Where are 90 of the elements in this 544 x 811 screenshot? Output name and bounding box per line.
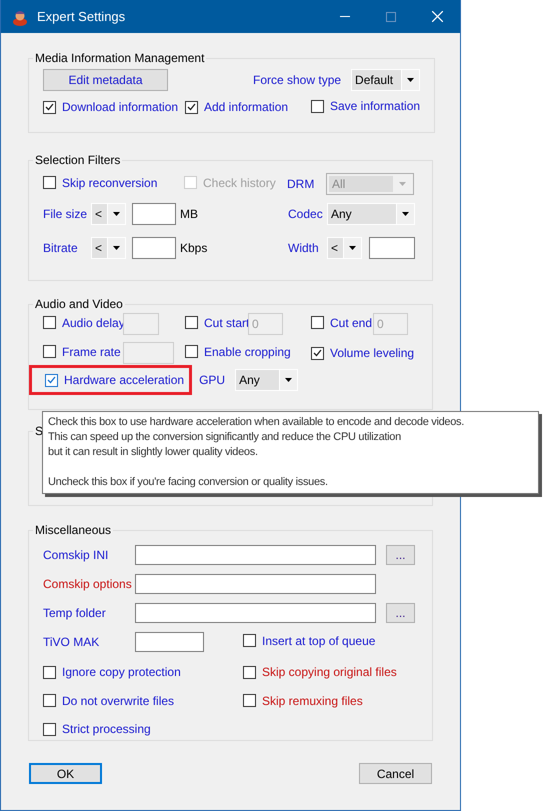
checkbox[interactable] [43,100,56,114]
group-title: Selection Filters [34,153,122,167]
checkmark-icon [45,103,54,112]
checkbox-label: Skip remuxing files [262,694,363,708]
window-title: Expert Settings [37,10,126,24]
text-field[interactable] [132,203,176,225]
checkbox[interactable] [43,694,56,707]
field-label: Width [288,241,320,255]
cancel-button[interactable]: Cancel [359,763,432,784]
checkbox[interactable] [43,345,56,358]
field-label: DRM [287,177,316,191]
dropdown-arrow-icon [113,246,120,250]
dropdown-arrow-icon [398,182,406,186]
checkbox-label: Cut start [204,316,250,330]
checkbox-label: Skip reconversion [62,176,158,190]
dropdown[interactable]: Any [327,203,415,225]
text-field[interactable] [135,574,376,594]
group-title: Miscellaneous [34,523,112,537]
field-label: Comskip INI [43,548,110,562]
close-icon [432,11,442,22]
checkbox-label: Do not overwrite files [62,694,174,708]
text-field[interactable] [135,603,376,623]
group-title: S [34,424,44,438]
checkbox[interactable] [243,634,256,648]
browse-button[interactable]: ... [386,603,415,623]
checkbox[interactable] [43,176,56,190]
field-label: Temp folder [43,606,107,620]
dropdown-arrow-icon [113,212,120,216]
edit-metadata-button[interactable]: Edit metadata [43,69,168,91]
checkbox-label: Skip copying original files [262,665,397,679]
checkmark-icon [47,376,56,384]
group-title: Audio and Video [34,297,124,311]
text-field[interactable] [135,632,204,652]
ok-button[interactable]: OK [29,763,102,784]
checkbox[interactable] [43,316,56,330]
unit-label: MB [180,207,199,221]
dropdown[interactable]: Default [351,69,420,91]
checkbox[interactable] [43,666,56,678]
checkbox[interactable] [243,666,256,678]
text-field[interactable] [123,313,159,335]
field-label: Codec [288,207,324,221]
checkbox[interactable] [243,694,256,707]
checkbox[interactable] [43,722,56,736]
checkbox-label: Volume leveling [330,346,414,360]
tooltip-text: Uncheck this box if you're facing conversion or quality issues. [48,475,329,490]
checkbox[interactable] [311,100,324,112]
dropdown[interactable]: < [91,237,126,259]
field-label: GPU [199,373,226,387]
checkbox[interactable] [185,316,198,330]
dropdown-arrow-icon [285,378,292,382]
checkbox-label: Frame rate [62,344,121,359]
dropdown-arrow-icon [349,246,356,250]
checkbox-label: Enable cropping [204,344,291,359]
text-field[interactable] [132,237,176,259]
field-label: Comskip options [43,577,133,591]
field-label: File size [43,207,88,221]
checkbox[interactable] [311,316,324,330]
group-title: Media Information Management [34,51,206,65]
checkmark-icon [187,103,196,112]
checkbox-label: Hardware acceleration [64,373,184,387]
checkmark-icon [313,349,322,357]
checkbox[interactable] [311,346,324,360]
checkbox-label: Download information [62,100,178,114]
text-field[interactable] [135,545,376,565]
field-label: TiVO MAK [43,635,100,649]
unit-label: Kbps [180,241,208,255]
text-field[interactable] [369,237,415,259]
checkbox-label: Audio delay [62,316,125,330]
checkbox[interactable] [185,345,198,358]
checkbox-label: Strict processing [62,722,151,736]
checkbox-label: Cut end [330,316,372,330]
checkbox-label: Add information [204,100,288,114]
field-label: Bitrate [43,241,79,255]
checkbox[interactable] [45,374,58,386]
dropdown-arrow-icon [407,78,414,82]
dropdown[interactable]: < [91,203,126,225]
maximize-icon [386,12,396,22]
dropdown-arrow-icon [402,212,409,216]
checkbox-label: Insert at top of queue [262,634,376,648]
checkbox[interactable] [185,100,198,114]
checkbox-label: Save information [330,99,420,113]
browse-button[interactable]: ... [386,545,415,565]
field-label: Force show type [253,73,342,87]
checkbox-label: Check history [203,176,276,190]
dropdown[interactable]: < [327,237,362,259]
checkbox-label: Ignore copy protection [62,665,181,679]
dropdown[interactable]: Any [235,369,298,391]
tooltip-text: Check this box to use hardware acceleration when available to encode and decode videos. This can speed up the conversion significantly and reduce the CPU utilization but it can result in slightly lower quality videos. [48,415,466,460]
text-field[interactable] [123,342,174,364]
minimize-icon [340,16,350,17]
